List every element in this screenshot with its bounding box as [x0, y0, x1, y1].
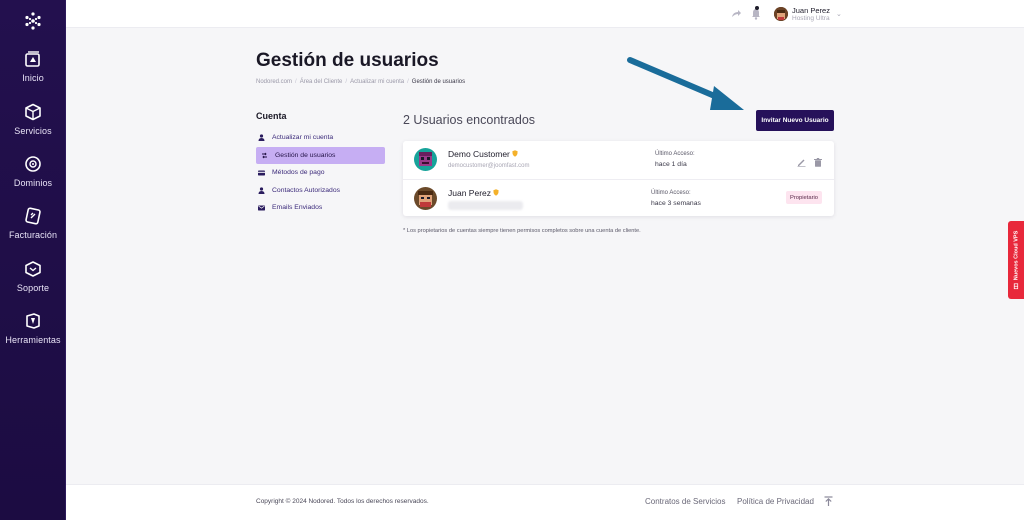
avatar — [774, 7, 788, 21]
trash-icon[interactable] — [814, 154, 822, 172]
menu-item-label: Actualizar mi cuenta — [272, 134, 334, 141]
sidebar-item-label: Servicios — [14, 126, 52, 136]
breadcrumb-current: Gestión de usuarios — [411, 79, 466, 85]
footer: Copyright © 2024 Nodored. Todos los dere… — [66, 484, 1024, 520]
menu-item-label: Contactos Autorizados — [272, 186, 341, 194]
invoice-icon — [25, 207, 41, 225]
breadcrumb: Nodored.com / Área del Cliente / Actuali… — [256, 79, 465, 85]
logo-icon[interactable] — [0, 10, 66, 32]
menu-item-update-account[interactable]: Actualizar mi cuenta — [256, 129, 385, 146]
mail-icon — [257, 204, 265, 212]
invite-user-button[interactable]: Invitar Nuevo Usuario — [756, 110, 834, 131]
shield-icon — [493, 188, 499, 198]
user-name-text: Juan Perez — [448, 188, 491, 198]
copyright-text: Copyright © 2024 Nodored. Todos los dere… — [256, 498, 429, 505]
promo-tab-cloud-vps[interactable]: Nuevos Cloud VPS — [1008, 221, 1024, 299]
user-icon — [257, 134, 265, 142]
user-name: Juan Perez — [448, 188, 499, 198]
account-menu-heading: Cuenta — [256, 111, 287, 121]
sidebar-item-soporte[interactable]: Soporte — [0, 260, 66, 293]
breadcrumb-update-account[interactable]: Actualizar mi cuenta — [350, 79, 404, 85]
shield-icon — [512, 149, 518, 159]
sidebar-item-label: Soporte — [16, 283, 50, 293]
sidebar-item-facturacion[interactable]: Facturación — [0, 207, 66, 240]
page-title: Gestión de usuarios — [256, 50, 439, 71]
arrow-annotation-icon — [627, 57, 744, 110]
breadcrumb-separator: / — [295, 79, 297, 85]
menu-item-authorized-contacts[interactable]: Contactos Autorizados — [256, 182, 385, 199]
sidebar-item-dominios[interactable]: Dominios — [0, 155, 66, 188]
sidebar-item-label: Herramientas — [5, 335, 61, 345]
promo-label-text: Nuevos Cloud VPS — [1013, 230, 1020, 281]
account-menu: Actualizar mi cuenta Gestión de usuarios… — [256, 129, 385, 217]
avatar — [414, 148, 437, 171]
box-icon — [25, 103, 41, 121]
breadcrumb-home[interactable]: Nodored.com — [256, 79, 292, 85]
user-name: Juan Perez — [792, 5, 830, 15]
breadcrumb-separator: / — [407, 79, 409, 85]
breadcrumb-separator: / — [345, 79, 348, 85]
sidebar-item-herramientas[interactable]: Herramientas — [0, 312, 66, 345]
sidebar-item-servicios[interactable]: Servicios — [0, 103, 66, 136]
menu-item-payment-methods[interactable]: Métodos de pago — [256, 164, 385, 181]
gift-icon — [1012, 283, 1020, 290]
privacy-policy-link[interactable]: Política de Privacidad — [737, 497, 814, 506]
sidebar-item-label: Dominios — [13, 178, 53, 188]
edit-icon[interactable] — [797, 154, 806, 172]
tools-icon — [26, 313, 40, 329]
last-access-label: Último Acceso: — [655, 151, 695, 157]
menu-item-user-management[interactable]: Gestión de usuarios — [256, 146, 385, 164]
sidebar-item-inicio[interactable]: Inicio — [0, 50, 66, 83]
user-email: democustomer@joomfast.com — [448, 163, 530, 169]
menu-item-label: Emails Enviados — [272, 204, 323, 211]
top-bar: Juan Perez Hosting Ultra ⌄ — [66, 0, 1024, 28]
owner-badge: Propietario — [786, 191, 823, 204]
last-access-label: Último Acceso: — [651, 190, 691, 196]
last-access-value: hace 1 día — [655, 161, 687, 168]
credit-card-icon — [257, 169, 265, 177]
user-menu[interactable]: Juan Perez Hosting Ultra ⌄ — [774, 3, 842, 25]
breadcrumb-client-area[interactable]: Área del Cliente — [300, 79, 343, 85]
menu-item-label: Métodos de pago — [272, 169, 325, 176]
home-icon — [25, 51, 40, 67]
user-name: Demo Customer — [448, 149, 518, 159]
users-list: Demo Customer democustomer@joomfast.com … — [403, 141, 834, 216]
menu-item-sent-emails[interactable]: Emails Enviados — [256, 199, 385, 216]
user-row-demo-customer[interactable]: Demo Customer democustomer@joomfast.com … — [403, 141, 834, 178]
service-contracts-link[interactable]: Contratos de Servicios — [645, 497, 725, 506]
sidebar-item-label: Facturación — [8, 230, 58, 240]
share-icon[interactable] — [730, 7, 742, 25]
scroll-to-top-icon[interactable] — [824, 494, 833, 512]
menu-item-label: Gestión de usuarios — [275, 151, 336, 159]
sidebar-item-label: Inicio — [22, 73, 44, 83]
main-sidebar: Inicio Servicios Dominios Facturación So… — [0, 0, 66, 520]
last-access-value: hace 3 semanas — [651, 200, 701, 207]
user-name-text: Demo Customer — [448, 149, 510, 159]
swap-icon — [260, 151, 268, 159]
notification-dot — [755, 6, 759, 10]
user-icon — [257, 186, 265, 194]
avatar — [414, 187, 437, 210]
chevron-down-icon: ⌄ — [835, 11, 842, 18]
user-plan: Hosting Ultra — [792, 14, 830, 22]
promo-label: Nuevos Cloud VPS — [1012, 231, 1020, 290]
users-count: 2 Usuarios encontrados — [403, 113, 536, 127]
redacted-email — [448, 201, 523, 210]
owners-footnote: * Los propietarios de cuentas siempre ti… — [403, 228, 641, 234]
user-row-juan-perez[interactable]: Juan Perez Último Acceso: hace 3 semanas… — [403, 179, 834, 216]
globe-icon — [25, 156, 41, 172]
support-icon — [25, 261, 41, 277]
